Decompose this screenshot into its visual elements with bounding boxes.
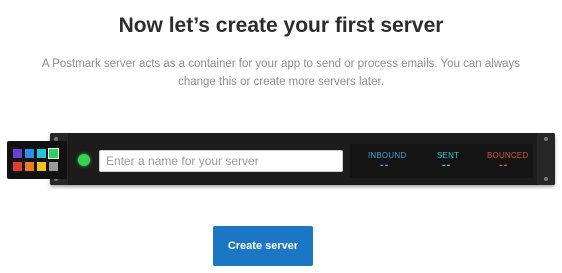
page-subtitle: A Postmark server acts as a container fo…	[41, 58, 521, 88]
status-light	[78, 154, 90, 166]
stat-value-inbound: --	[380, 159, 390, 171]
color-swatch[interactable]	[37, 149, 46, 158]
create-server-button[interactable]: Create server	[213, 226, 313, 266]
stat-value-sent: --	[442, 159, 452, 171]
color-picker	[7, 141, 67, 179]
color-swatch[interactable]	[13, 162, 22, 171]
color-swatch[interactable]	[13, 149, 22, 158]
screw-icon	[544, 177, 548, 181]
stat-value-bounced: --	[499, 159, 509, 171]
color-swatch[interactable]	[48, 148, 59, 159]
color-swatch[interactable]	[25, 149, 34, 158]
server-name-input[interactable]	[99, 150, 343, 172]
page-title: Now let’s create your first server	[118, 14, 444, 37]
color-swatch[interactable]	[37, 162, 46, 171]
color-swatch[interactable]	[49, 162, 58, 171]
screw-icon	[544, 137, 548, 141]
color-swatch[interactable]	[25, 162, 34, 171]
